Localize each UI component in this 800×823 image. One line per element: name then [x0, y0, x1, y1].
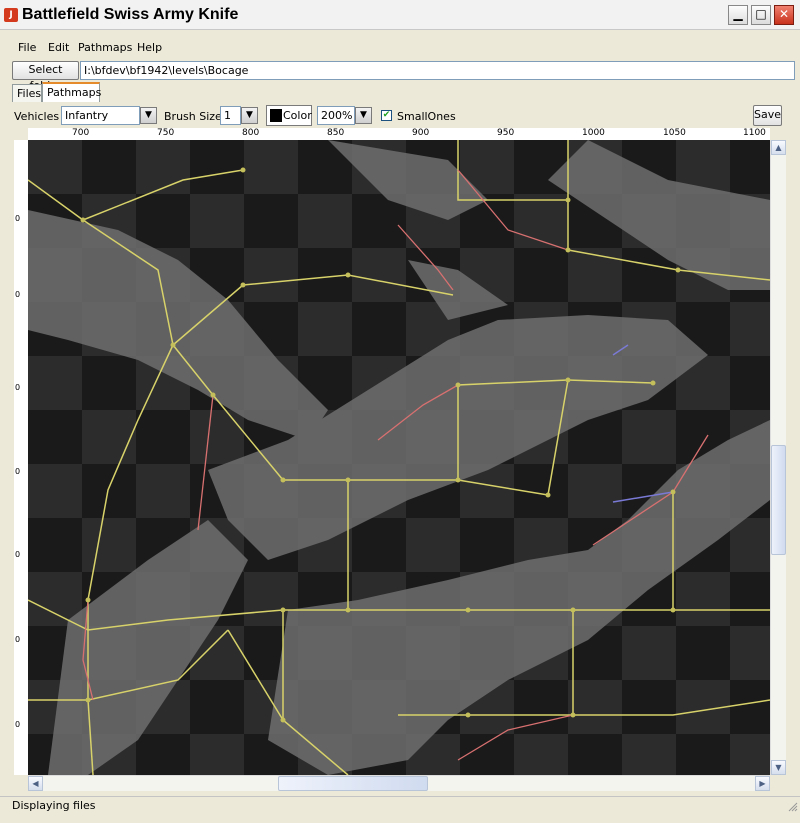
arrow-down-icon: ▼: [775, 763, 782, 772]
vertical-ruler: 0 0 0 0 0 0 0: [14, 140, 29, 775]
ruler-tick-label: 1000: [582, 128, 605, 138]
folder-path-field[interactable]: I:\bfdev\bf1942\levels\Bocage: [80, 61, 795, 80]
brush-size-label: Brush Size: [164, 110, 222, 123]
ruler-tick-label: 950: [497, 128, 515, 138]
title-bar: J Battlefield Swiss Army Knife ▁ □ ✕: [0, 0, 800, 30]
chevron-down-icon: ▼: [360, 110, 367, 120]
scroll-down-button[interactable]: ▼: [771, 760, 786, 775]
brush-size-select[interactable]: 1: [220, 106, 241, 125]
small-ones-label: SmallOnes: [397, 110, 456, 123]
arrow-up-icon: ▲: [775, 143, 782, 152]
window-title: Battlefield Swiss Army Knife: [22, 6, 239, 23]
status-bar: Displaying files: [0, 796, 800, 814]
vehicles-label: Vehicles: [14, 110, 60, 123]
brush-size-dropdown-button[interactable]: ▼: [241, 107, 258, 124]
resize-grip-icon[interactable]: [786, 800, 798, 812]
zoom-select[interactable]: 200%: [317, 106, 355, 125]
chevron-down-icon: ▼: [145, 110, 152, 120]
ruler-tick-label: 0: [15, 383, 21, 392]
save-button[interactable]: Save: [753, 105, 782, 126]
vertical-scrollbar[interactable]: ▲ ▼: [770, 140, 786, 775]
menu-bar: File Edit Pathmaps Help: [0, 38, 800, 58]
ruler-tick-label: 750: [157, 128, 175, 138]
close-icon: ✕: [778, 7, 790, 21]
arrow-right-icon: ▶: [759, 779, 766, 788]
ruler-tick-label: 0: [15, 550, 21, 559]
minimize-button[interactable]: ▁: [728, 5, 748, 25]
arrow-left-icon: ◀: [32, 779, 39, 788]
scroll-left-button[interactable]: ◀: [28, 776, 43, 791]
vehicles-select[interactable]: Infantry: [61, 106, 140, 125]
menu-pathmaps[interactable]: Pathmaps: [78, 41, 132, 54]
check-icon: ✔: [382, 110, 391, 120]
ruler-tick-label: 1050: [663, 128, 686, 138]
ruler-tick-label: 0: [15, 290, 21, 299]
ruler-tick-label: 0: [15, 214, 21, 223]
menu-help[interactable]: Help: [137, 41, 162, 54]
ruler-tick-label: 850: [327, 128, 345, 138]
minimize-icon: ▁: [733, 7, 743, 21]
color-label: Color: [283, 109, 312, 122]
tab-files[interactable]: Files: [12, 84, 42, 102]
ruler-tick-label: 0: [15, 635, 21, 644]
ruler-tick-label: 700: [72, 128, 90, 138]
vertical-scroll-thumb[interactable]: [771, 445, 786, 555]
ruler-tick-label: 1100: [743, 128, 766, 138]
close-button[interactable]: ✕: [774, 5, 794, 25]
menu-file[interactable]: File: [18, 41, 36, 54]
ruler-tick-label: 0: [15, 720, 21, 729]
ruler-tick-label: 900: [412, 128, 430, 138]
chevron-down-icon: ▼: [246, 110, 253, 120]
zoom-dropdown-button[interactable]: ▼: [355, 107, 372, 124]
select-folder-button[interactable]: Select folder: [12, 61, 79, 92]
scroll-up-button[interactable]: ▲: [771, 140, 786, 155]
menu-edit[interactable]: Edit: [48, 41, 69, 54]
tab-pathmaps[interactable]: Pathmaps: [42, 82, 101, 102]
app-logo-icon: J: [4, 8, 18, 22]
horizontal-scroll-thumb[interactable]: [278, 776, 428, 791]
vehicles-dropdown-button[interactable]: ▼: [140, 107, 157, 124]
scroll-right-button[interactable]: ▶: [755, 776, 770, 791]
color-button[interactable]: Color: [266, 105, 312, 126]
color-swatch: [270, 109, 282, 122]
ruler-tick-label: 800: [242, 128, 260, 138]
pathmap-svg[interactable]: [28, 140, 770, 775]
horizontal-scrollbar[interactable]: ◀ ▶: [28, 775, 770, 791]
maximize-icon: □: [755, 7, 767, 21]
maximize-button[interactable]: □: [751, 5, 771, 25]
ruler-tick-label: 0: [15, 467, 21, 476]
status-text: Displaying files: [12, 799, 96, 812]
small-ones-checkbox[interactable]: ✔: [381, 110, 392, 121]
pathmap-canvas[interactable]: [28, 140, 770, 775]
